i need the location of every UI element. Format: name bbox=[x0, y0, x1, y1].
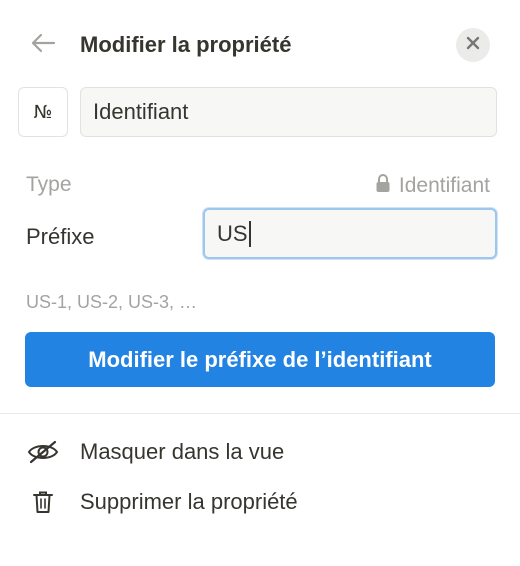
type-label: Type bbox=[26, 173, 72, 196]
hide-in-view-item[interactable]: Masquer dans la vue bbox=[0, 430, 520, 474]
property-name-value: Identifiant bbox=[93, 99, 189, 124]
edit-property-panel: Modifier la propriété № Identifiant Type… bbox=[0, 0, 520, 566]
numero-icon: № bbox=[33, 101, 53, 123]
prefix-label: Préfixe bbox=[26, 224, 95, 249]
panel-title: Modifier la propriété bbox=[80, 32, 292, 57]
delete-property-label: Supprimer la propriété bbox=[80, 489, 298, 514]
delete-property-item[interactable]: Supprimer la propriété bbox=[0, 480, 520, 524]
eye-slash-icon bbox=[26, 437, 60, 467]
lock-icon bbox=[375, 173, 391, 199]
prefix-value: US bbox=[217, 220, 248, 246]
back-button[interactable] bbox=[26, 30, 60, 60]
prefix-input[interactable]: US bbox=[203, 208, 497, 259]
property-icon-button[interactable]: № bbox=[18, 87, 68, 137]
divider bbox=[0, 413, 520, 414]
type-value: Identifiant bbox=[375, 173, 490, 199]
close-button[interactable] bbox=[456, 28, 490, 62]
type-value-label: Identifiant bbox=[398, 174, 490, 197]
trash-icon bbox=[26, 487, 60, 517]
close-icon bbox=[466, 36, 480, 55]
arrow-left-icon bbox=[30, 33, 56, 58]
text-caret bbox=[248, 220, 251, 247]
property-name-input[interactable]: Identifiant bbox=[80, 87, 497, 137]
update-prefix-button[interactable]: Modifier le préfixe de l’identifiant bbox=[25, 332, 495, 387]
hide-in-view-label: Masquer dans la vue bbox=[80, 439, 285, 464]
panel-header: Modifier la propriété bbox=[0, 20, 520, 70]
prefix-example: US-1, US-2, US-3, … bbox=[26, 292, 198, 312]
